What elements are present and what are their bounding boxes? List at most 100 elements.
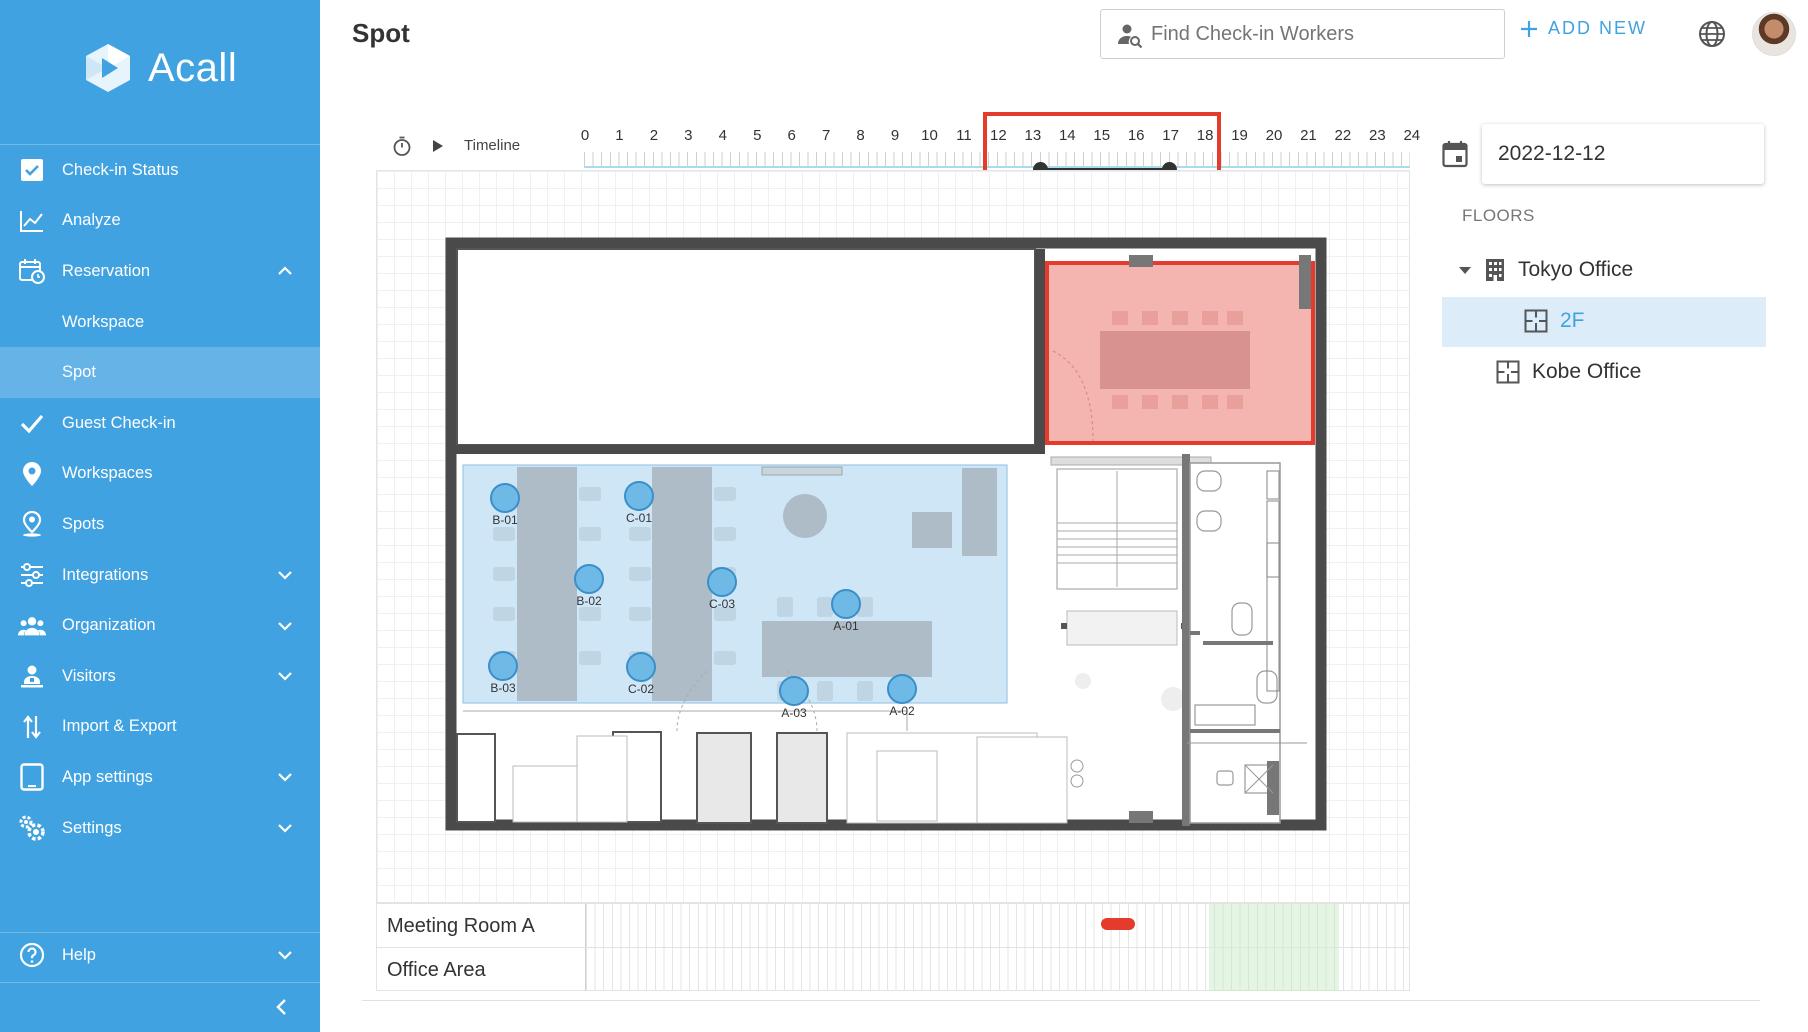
user-avatar[interactable] <box>1752 12 1796 56</box>
resource-rows: Meeting Room A Office Area <box>376 903 1411 991</box>
spot-marker-b-01[interactable] <box>490 483 520 513</box>
sidebar-item-guest-check-in[interactable]: Guest Check-in <box>0 398 320 449</box>
sidebar-item-label: Workspaces <box>62 464 153 483</box>
sidebar-item-label: App settings <box>62 767 153 786</box>
chevron-up-icon <box>278 266 292 276</box>
timeline-hour: 19 <box>1231 127 1248 144</box>
tree-item-2f[interactable]: 2F <box>1524 309 1585 333</box>
spot-marker-b-02[interactable] <box>574 564 604 594</box>
sidebar-item-label: Spot <box>62 363 96 382</box>
sidebar-item-reservation[interactable]: Reservation <box>0 246 320 297</box>
check-icon <box>18 409 46 437</box>
date-field[interactable]: 2022-12-12 <box>1482 124 1764 184</box>
chevron-down-icon <box>278 621 292 631</box>
sidebar-item-workspaces[interactable]: Workspaces <box>0 449 320 500</box>
timeline-hour: 4 <box>718 127 727 144</box>
calendar-icon[interactable] <box>1442 140 1468 168</box>
acall-logo-icon <box>86 44 130 92</box>
tree-item-kobe-office[interactable]: Kobe Office <box>1496 360 1641 384</box>
caret-down-icon[interactable] <box>1458 263 1472 277</box>
timeline-hour: 8 <box>856 127 865 144</box>
person-pin-icon <box>18 510 46 538</box>
acall-logo[interactable]: Acall <box>80 40 237 96</box>
timeline-hour: 21 <box>1300 127 1317 144</box>
timeline-hour: 9 <box>890 127 900 144</box>
timeline-hour: 5 <box>753 127 762 144</box>
sidebar-item-label: Help <box>62 945 96 964</box>
timeline-hour: 24 <box>1403 127 1421 144</box>
resource-row-meeting-room-a[interactable]: Meeting Room A <box>377 903 1411 947</box>
sidebar-item-help[interactable]: Help <box>0 930 320 981</box>
sidebar-item-label: Reservation <box>62 261 151 280</box>
spot-label: C-01 <box>625 511 653 525</box>
spot-marker-a-02[interactable] <box>887 674 917 704</box>
tree-item-tokyo-office[interactable]: Tokyo Office <box>1458 258 1633 282</box>
tree-item-label: Kobe Office <box>1532 360 1642 383</box>
sidebar-item-organization[interactable]: Organization <box>0 600 320 651</box>
spot-marker-c-01[interactable] <box>624 481 654 511</box>
sidebar-item-label: Guest Check-in <box>62 413 176 432</box>
resource-row-office-area[interactable]: Office Area <box>377 947 1411 991</box>
timeline-hour: 3 <box>684 127 693 144</box>
timeline-hour: 2 <box>649 127 659 144</box>
floorplan-icon <box>1524 309 1548 333</box>
search-box[interactable] <box>1100 9 1505 59</box>
selected-time-range <box>1209 948 1339 991</box>
sidebar-item-label: Import & Export <box>62 717 177 736</box>
chevron-down-icon <box>278 672 292 681</box>
resource-name: Meeting Room A <box>387 915 535 937</box>
tree-item-label: Tokyo Office <box>1518 258 1634 281</box>
sidebar-item-import-export[interactable]: Import & Export <box>0 702 320 753</box>
help-icon <box>18 941 46 969</box>
timeline-hour: 22 <box>1334 127 1352 144</box>
timeline-hour: 0 <box>580 127 590 144</box>
floors-heading: FLOORS <box>1462 206 1535 225</box>
timeline-hour: 11 <box>956 127 972 144</box>
sidebar-item-analyze[interactable]: Analyze <box>0 196 320 247</box>
timer-icon[interactable] <box>392 136 412 156</box>
visitor-icon <box>18 662 46 690</box>
spot-marker-b-03[interactable] <box>488 651 518 681</box>
import-export-icon <box>18 713 46 741</box>
tree-item-label: 2F <box>1560 309 1585 332</box>
sidebar-item-workspace[interactable]: Workspace <box>0 297 320 348</box>
add-new-button[interactable]: ADD NEW <box>1520 18 1647 39</box>
spot-marker-a-01[interactable] <box>831 589 861 619</box>
chevron-down-icon <box>278 571 292 580</box>
sidebar-item-check-in-status[interactable]: Check-in Status <box>0 145 320 196</box>
sidebar-item-label: Spots <box>62 514 105 533</box>
spot-marker-c-02[interactable] <box>626 652 656 682</box>
collapse-sidebar-icon[interactable] <box>270 995 294 1019</box>
timeline-hour: 6 <box>787 127 796 144</box>
spot-marker-c-03[interactable] <box>707 567 737 597</box>
sidebar-item-label: Integrations <box>62 565 149 584</box>
spot-label: C-03 <box>708 597 736 611</box>
search-input[interactable] <box>1151 22 1481 46</box>
sidebar-item-label: Visitors <box>62 666 116 685</box>
chevron-down-icon <box>278 951 292 960</box>
resource-name: Office Area <box>387 959 486 981</box>
location-pin-icon <box>18 460 46 488</box>
building-icon <box>1486 259 1504 281</box>
sidebar: Acall Check-in Status Analyze Reservatio… <box>0 0 320 1032</box>
floor-map: B-01 C-01 B-02 C-03 A-01 B-03 C-02 A-03 A-02 <box>376 170 1410 903</box>
add-new-label: ADD NEW <box>1548 18 1647 38</box>
spot-marker-a-03[interactable] <box>779 676 809 706</box>
sidebar-item-visitors[interactable]: Visitors <box>0 651 320 702</box>
sidebar-item-label: Workspace <box>62 312 145 331</box>
page-title: Spot <box>352 18 410 48</box>
sidebar-item-spot[interactable]: Spot <box>0 347 320 398</box>
sidebar-item-integrations[interactable]: Integrations <box>0 550 320 601</box>
spot-label: A-02 <box>889 704 915 718</box>
sidebar-item-settings[interactable]: Settings <box>0 803 320 854</box>
logo-text: Acall <box>148 45 238 90</box>
globe-icon[interactable] <box>1698 20 1726 48</box>
timeline-hour: 23 <box>1369 127 1386 144</box>
spot-label: A-01 <box>833 619 859 633</box>
sidebar-item-spots[interactable]: Spots <box>0 499 320 550</box>
play-icon[interactable] <box>431 138 445 154</box>
reservation-bar[interactable] <box>1101 918 1135 930</box>
sliders-icon <box>18 561 46 589</box>
sidebar-item-app-settings[interactable]: App settings <box>0 752 320 803</box>
tablet-icon <box>18 763 46 792</box>
